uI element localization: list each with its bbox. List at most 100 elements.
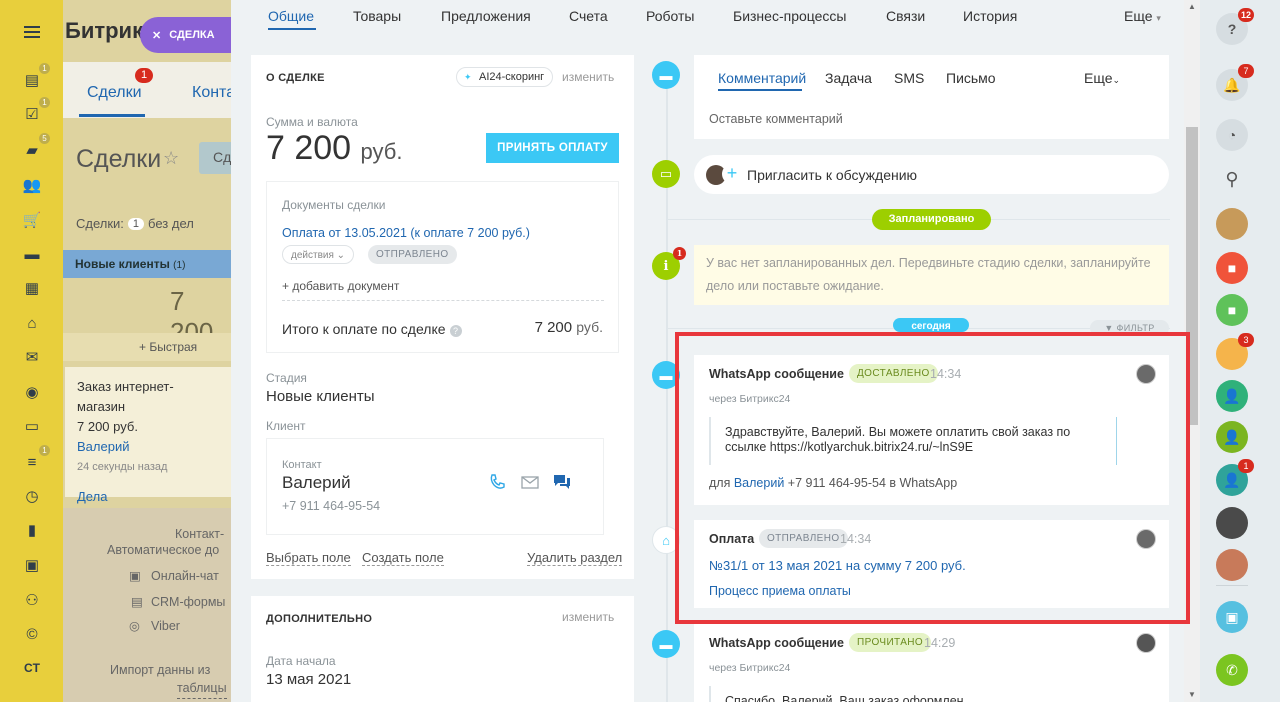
change-link[interactable]: изменить [562,610,614,624]
today-pill: сегодня [893,318,969,332]
calendar-icon[interactable]: ▦ [22,278,42,298]
deal-card-tasks[interactable]: Дела [77,487,219,507]
contact-phone[interactable]: +7 911 464-95-54 [282,499,380,513]
delete-section-link[interactable]: Удалить раздел [527,550,623,566]
user-icon[interactable]: 👤 1 [1216,459,1254,496]
screen-share-icon[interactable]: ▣ [1216,601,1248,633]
tasks-icon[interactable]: ☑ 1 [22,97,50,124]
comment-input[interactable]: Оставьте комментарий [709,112,843,126]
via-bitrix: через Битрикс24 [709,662,791,674]
crm-filter-icon[interactable]: ≡ 1 [22,445,50,472]
deal-card-time: 24 секунды назад [77,461,168,473]
stage-label: Стадия [266,371,307,385]
highlight-frame [675,332,1190,624]
message-time: 14:29 [924,636,956,650]
video-conference-icon[interactable]: ■ [1216,294,1248,326]
whatsapp-message-card: WhatsApp сообщение ПРОЧИТАНО 14:29 через… [694,624,1169,702]
user-icon[interactable]: 👤 [1216,380,1248,412]
add-document-link[interactable]: + добавить документ [282,279,399,293]
viber-icon: ◎ [129,619,140,633]
storage-icon[interactable]: ▬ [22,244,42,264]
deal-card-sum: 7 200 руб. [77,419,138,434]
window-icon[interactable]: ▭ [22,416,42,436]
quick-add-button[interactable]: + Быстрая [63,333,231,361]
mail-icon[interactable]: ✉ [22,347,42,367]
clock-icon[interactable]: ◷ [22,486,42,506]
profile-card-icon[interactable]: ▣ [22,555,42,575]
sum-label: Сумма и валюта [266,115,358,129]
copyright-icon[interactable]: © [22,624,42,644]
deal-slider-label[interactable]: ✕ СДЕЛКА [140,17,231,53]
feed-icon[interactable]: ▤ 1 [22,63,50,90]
video-call-icon[interactable]: ■ [1216,252,1248,284]
menu-icon[interactable] [22,22,42,42]
stage-value[interactable]: Новые клиенты [266,388,375,405]
invite-to-discussion[interactable]: + Пригласить к обсуждению [694,155,1169,194]
accept-payment-button[interactable]: ПРИНЯТЬ ОПЛАТУ [486,133,619,163]
change-link[interactable]: изменить [562,70,614,84]
payment-doc-link[interactable]: Оплата от 13.05.2021 (к оплате 7 200 руб… [282,226,530,240]
scroll-up-icon[interactable]: ▲ [1186,2,1198,11]
shop-icon[interactable]: 🛒 [22,210,42,230]
chat-icon[interactable]: ▰ 5 [22,133,50,160]
close-icon[interactable]: ✕ [152,29,161,42]
select-field-link[interactable]: Выбрать поле [266,550,351,566]
tab-deals[interactable]: Сделки [87,84,142,102]
editor-tab-comment[interactable]: Комментарий [718,70,806,86]
user-icon[interactable]: 👤 [1216,421,1248,453]
additional-card: ДОПОЛНИТЕЛЬНО изменить Дата начала 13 ма… [251,596,634,702]
doc-actions-dropdown[interactable]: действия ⌄ [282,245,355,264]
tab-products[interactable]: Товары [353,8,401,24]
filter-button[interactable]: Сд [199,142,231,174]
help-icon[interactable]: ? 12 [1216,8,1254,45]
mail-icon[interactable] [520,472,540,492]
avatar [1136,633,1156,653]
tab-offers[interactable]: Предложения [441,8,531,24]
avatar[interactable] [1216,208,1248,240]
start-date-value[interactable]: 13 мая 2021 [266,671,351,688]
page-title: Сделки [76,145,162,173]
tab-robots[interactable]: Роботы [646,8,694,24]
deal-card[interactable]: Заказ интернет-магазин 7 200 руб. Валери… [65,367,231,504]
tab-contacts[interactable]: Конта [192,84,231,102]
star-icon[interactable]: ☆ [163,148,179,169]
tab-general[interactable]: Общие [268,8,314,24]
avatar[interactable] [1216,549,1248,581]
ct-icon[interactable]: CT [22,658,42,678]
search-icon[interactable]: ⚲ [1216,163,1248,195]
contact-name[interactable]: Валерий [282,473,351,493]
tab-invoices[interactable]: Счета [569,8,608,24]
sites-icon[interactable]: ⌂ [22,313,42,333]
chat-icon[interactable] [552,472,572,492]
scroll-down-icon[interactable]: ▼ [1186,690,1198,699]
message-text: Спасибо, Валерий. Ваш заказ оформлен [709,686,1109,702]
phone-icon[interactable] [487,472,507,492]
history-icon[interactable]: ◔ [1216,119,1248,151]
contacts-icon[interactable]: 👥 [22,175,42,195]
bell-icon[interactable]: 🔔 7 [1216,64,1254,101]
tab-bizproc[interactable]: Бизнес-процессы [733,8,846,24]
editor-tab-email[interactable]: Письмо [946,70,996,86]
avatar[interactable]: 3 [1216,333,1254,370]
bot-icon[interactable]: ◉ [22,382,42,402]
help-icon[interactable]: ? [449,325,462,337]
plus-icon[interactable]: + [722,164,742,184]
tab-links[interactable]: Связи [886,8,925,24]
phone-icon[interactable]: ✆ [1216,654,1248,686]
sum-value: 7 200 руб. [266,129,403,167]
tree-icon[interactable]: ⚇ [22,590,42,610]
doc-status-badge: ОТПРАВЛЕНО [368,245,457,264]
crm-tabs: Сделки 1 Конта [63,62,231,118]
tab-history[interactable]: История [963,8,1017,24]
whatsapp-icon: ▬ [652,630,680,658]
analytics-icon[interactable]: ▮ [22,520,42,540]
deal-card-client[interactable]: Валерий [77,437,219,457]
avatar[interactable] [1216,507,1248,539]
create-field-link[interactable]: Создать поле [362,550,444,566]
ai-scoring-chip[interactable]: ✦ AI24-скоринг [456,67,554,87]
tab-more[interactable]: Еще ▾ [1124,8,1161,24]
editor-tab-more[interactable]: Еще⌄ [1084,70,1120,86]
editor-tab-task[interactable]: Задача [825,70,872,86]
editor-tab-sms[interactable]: SMS [894,70,924,86]
portal-logo: Битрик [65,18,144,43]
